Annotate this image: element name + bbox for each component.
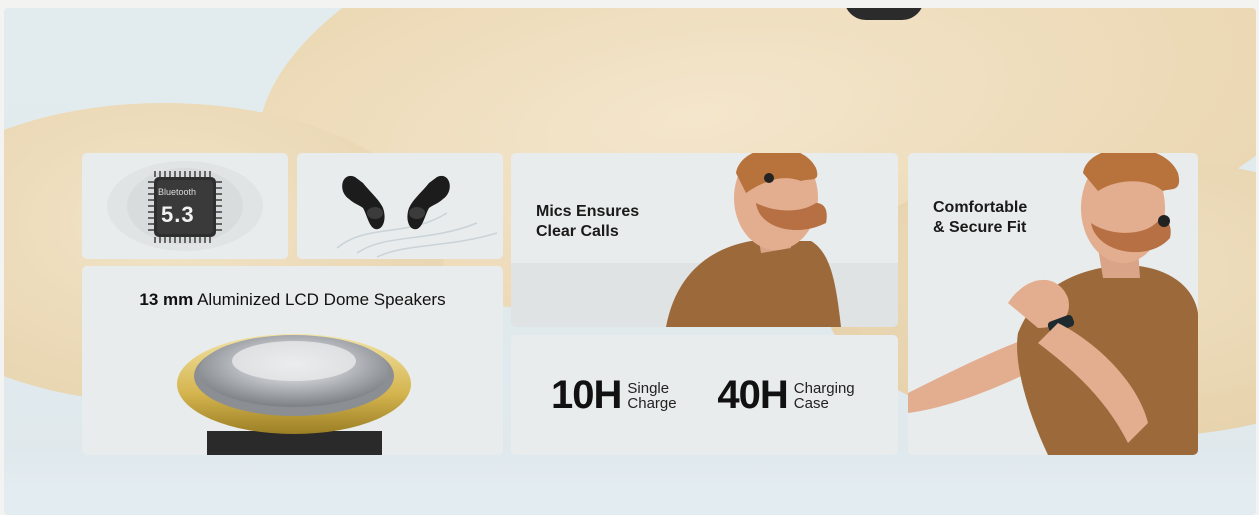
single-charge-label: Single Charge	[627, 381, 697, 411]
mic-title-line2: Clear Calls	[536, 223, 619, 240]
battery-card: 10H Single Charge 40H Charging Case	[511, 335, 898, 455]
earbuds-card	[297, 153, 503, 259]
charging-case-label-line2: Case	[793, 394, 829, 412]
earbuds-icon	[336, 175, 498, 258]
mic-title-line1: Mics Ensures	[536, 203, 640, 220]
bluetooth-card: Bluetooth 5.3	[82, 153, 288, 259]
single-charge-hours: 10H	[551, 373, 622, 417]
chip-label: Bluetooth	[158, 187, 197, 197]
single-charge-label-line1: Single	[627, 379, 670, 397]
fit-title: Comfortable & Secure Fit	[933, 198, 1073, 238]
charging-case-label-line1: Charging	[793, 379, 855, 397]
charging-case-hours: 40H	[717, 373, 788, 417]
fit-card: Comfortable & Secure Fit	[908, 153, 1198, 455]
background-fade	[4, 448, 1256, 515]
speaker-card: 13 mm Aluminized LCD Dome Speakers	[82, 266, 503, 455]
mic-card: Mics Ensures Clear Calls	[511, 153, 898, 327]
fit-title-line1: Comfortable	[933, 199, 1028, 216]
mic-title: Mics Ensures Clear Calls	[536, 202, 676, 242]
fit-title-line2: & Secure Fit	[933, 219, 1027, 236]
charging-case-label: Charging Case	[794, 381, 864, 411]
bluetooth-version: 5.3	[161, 202, 195, 227]
single-charge-label-line2: Charge	[627, 394, 677, 412]
speaker-driver-icon	[177, 334, 411, 455]
